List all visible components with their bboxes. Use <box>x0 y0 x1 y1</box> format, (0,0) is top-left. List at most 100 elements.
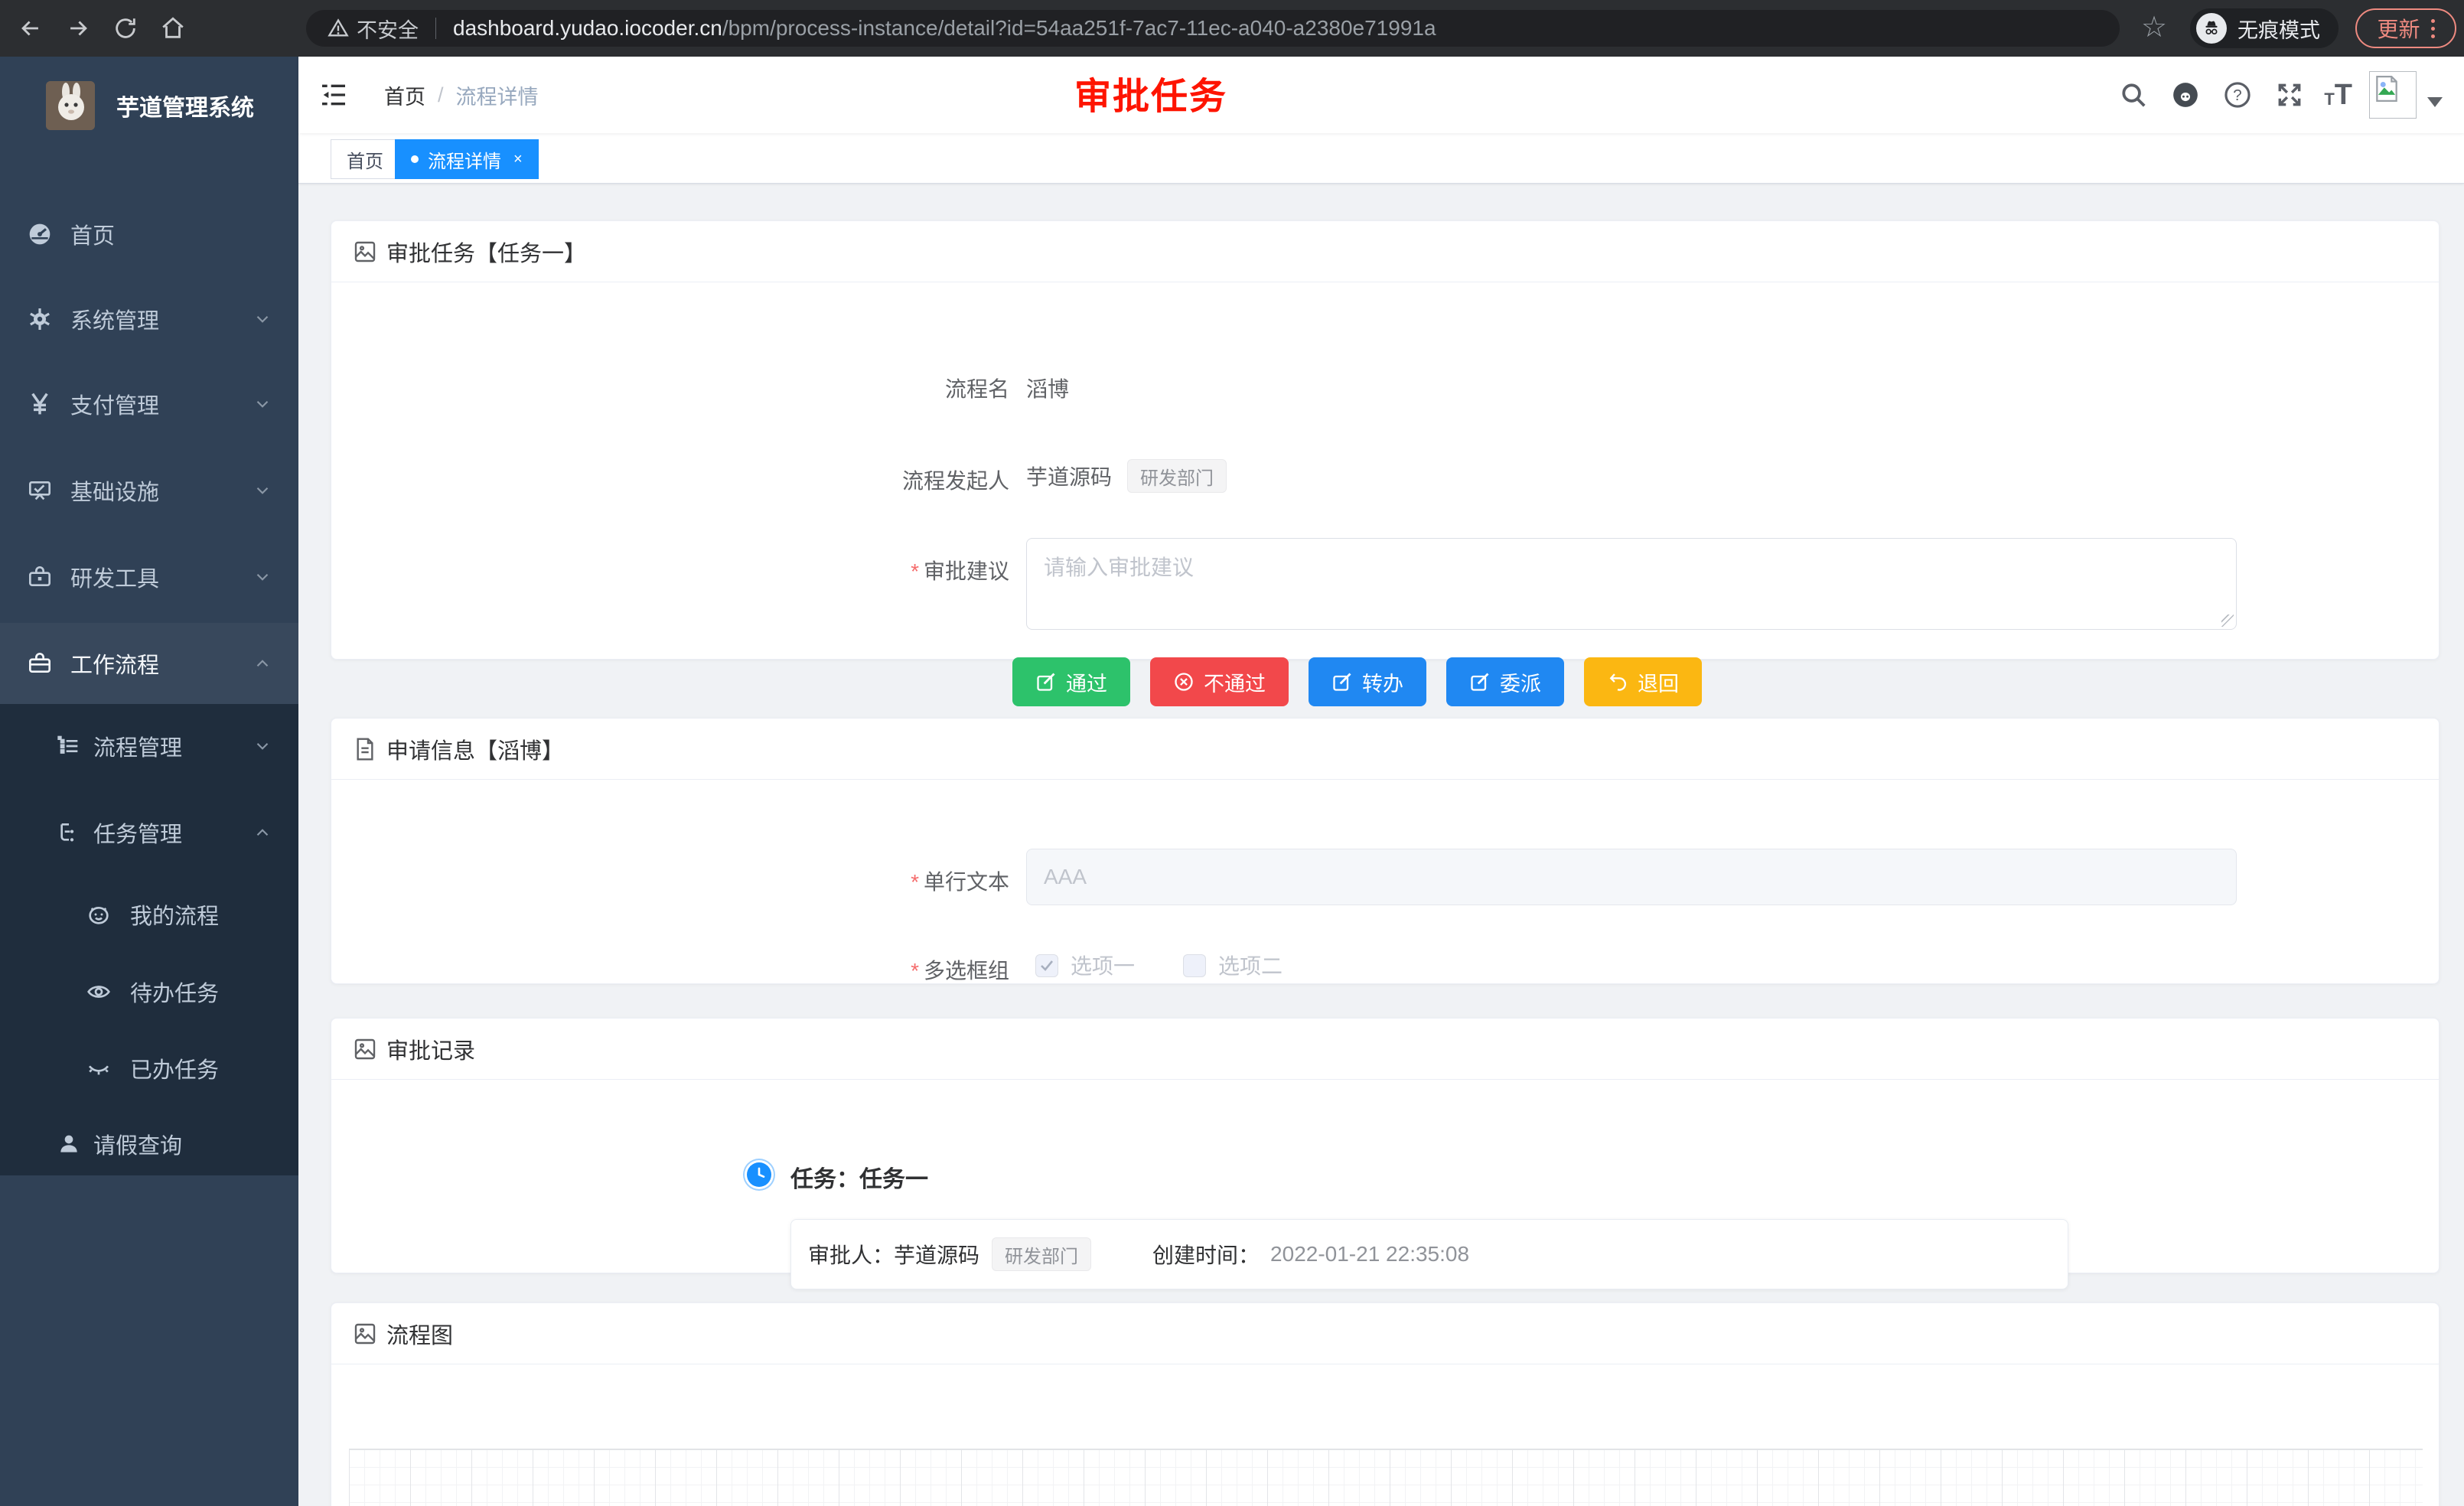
tab-label: 首页 <box>347 146 383 173</box>
button-label: 委派 <box>1500 667 1541 697</box>
delegate-button[interactable]: 委派 <box>1446 657 1564 706</box>
home-icon[interactable] <box>156 11 190 45</box>
sidebar-item-home[interactable]: 首页 <box>0 196 298 272</box>
undo-icon <box>1607 671 1628 693</box>
picture-icon <box>353 240 377 264</box>
breadcrumb-current: 流程详情 <box>456 80 539 110</box>
circle-close-icon <box>1173 671 1195 693</box>
screen: 不安全 dashboard.yudao.iocoder.cn/bpm/proce… <box>0 0 2464 1506</box>
sidebar-item-leave-query[interactable]: 请假查询 <box>0 1106 298 1182</box>
avatar[interactable] <box>2369 71 2417 119</box>
help-icon[interactable]: ? <box>2220 77 2255 112</box>
approval-task-card: 审批任务【任务一】 流程名 滔博 流程发起人 芋道源码 研发部门 *审批建议 <box>331 220 2440 660</box>
address-divider <box>435 18 436 39</box>
forward-icon[interactable] <box>61 11 95 45</box>
sidebar-item-process-mgmt[interactable]: 流程管理 <box>0 708 298 784</box>
task-title: 任务：任务一 <box>790 1160 928 1194</box>
chevron-down-icon <box>253 736 272 756</box>
card-header: 审批任务【任务一】 <box>331 221 2439 282</box>
bpmn-canvas[interactable] <box>349 1449 2423 1506</box>
url-host: dashboard.yudao.iocoder.cn <box>453 16 722 40</box>
toolbox-icon <box>28 565 52 589</box>
reject-button[interactable]: 不通过 <box>1150 657 1289 706</box>
sidebar-item-payment[interactable]: 支付管理 <box>0 366 298 442</box>
clock-icon <box>747 1162 771 1187</box>
breadcrumb-home[interactable]: 首页 <box>384 80 425 110</box>
browser-toolbar: 不安全 dashboard.yudao.iocoder.cn/bpm/proce… <box>0 0 2464 57</box>
edit-icon <box>1331 671 1353 693</box>
sidebar: 芋道管理系统 首页 系统管理 支付管理 基础设施 研发工具 <box>0 57 298 1506</box>
eye-icon <box>86 980 111 1004</box>
browser-menu-icon[interactable] <box>2431 19 2435 38</box>
sidebar-item-my-process[interactable]: 我的流程 <box>0 876 298 953</box>
card-header: 申请信息【滔博】 <box>331 719 2439 780</box>
transfer-button[interactable]: 转办 <box>1309 657 1426 706</box>
edit-icon <box>1035 671 1057 693</box>
card-header: 流程图 <box>331 1303 2439 1364</box>
breadcrumb-separator: / <box>438 83 444 107</box>
sidebar-item-label: 任务管理 <box>93 817 182 849</box>
fullscreen-icon[interactable] <box>2272 77 2307 112</box>
suggestion-textarea[interactable] <box>1026 538 2237 630</box>
tab-bar: 首页 流程详情 × <box>298 133 2464 184</box>
incognito-label: 无痕模式 <box>2237 14 2320 44</box>
collapse-sidebar-icon[interactable] <box>318 80 349 110</box>
gear-icon <box>28 307 52 331</box>
update-label: 更新 <box>2377 13 2420 44</box>
incognito-icon <box>2196 13 2227 44</box>
process-name-label: 流程名 <box>703 373 1009 403</box>
sidebar-item-system[interactable]: 系统管理 <box>0 281 298 357</box>
tab-home[interactable]: 首页 <box>331 139 399 179</box>
picture-icon <box>353 1037 377 1061</box>
github-icon[interactable] <box>2168 77 2203 112</box>
sidebar-item-task-mgmt[interactable]: 任务管理 <box>0 794 298 871</box>
required-asterisk: * <box>911 559 919 583</box>
update-button[interactable]: 更新 <box>2355 8 2456 48</box>
document-icon <box>353 737 377 761</box>
workflow-submenu: 流程管理 任务管理 我的流程 待办任务 已办任务 请假 <box>0 704 298 1175</box>
list-icon <box>57 734 81 758</box>
close-tab-icon[interactable]: × <box>513 152 523 167</box>
dashboard-icon <box>28 222 52 246</box>
security-label: 不安全 <box>357 14 419 44</box>
resize-grip[interactable] <box>2221 614 2234 627</box>
sidebar-item-workflow[interactable]: 工作流程 <box>0 623 298 704</box>
suggestion-label: *审批建议 <box>703 555 1009 585</box>
application-info-card: 申请信息【滔博】 *单行文本 *多选框组 选项一 选项二 <box>331 718 2440 984</box>
page-content: 审批任务【任务一】 流程名 滔博 流程发起人 芋道源码 研发部门 *审批建议 <box>298 184 2464 1506</box>
checkbox-option1-label: 选项一 <box>1071 954 1135 979</box>
svg-text:?: ? <box>2234 86 2242 104</box>
return-button[interactable]: 退回 <box>1584 657 1702 706</box>
main-area: 首页 / 流程详情 审批任务 ? TT 首页 流程详情 <box>298 57 2464 1506</box>
sidebar-item-label: 已办任务 <box>130 1052 219 1084</box>
reload-icon[interactable] <box>109 11 142 45</box>
back-icon[interactable] <box>14 11 47 45</box>
eye-closed-icon <box>86 1056 111 1081</box>
search-icon[interactable] <box>2116 77 2151 112</box>
approve-button[interactable]: 通过 <box>1012 657 1130 706</box>
security-warning[interactable]: 不安全 <box>328 14 419 44</box>
checkbox-group: *多选框组 选项一 选项二 <box>331 954 2439 980</box>
tab-process-detail[interactable]: 流程详情 × <box>395 139 539 179</box>
font-size-icon[interactable]: TT <box>2324 80 2352 109</box>
avatar-caret-icon[interactable] <box>2427 97 2443 107</box>
single-line-text-input <box>1026 849 2237 905</box>
bookmark-star-icon[interactable]: ☆ <box>2141 11 2167 44</box>
url-path: /bpm/process-instance/detail?id=54aa251f… <box>722 16 1436 40</box>
address-bar[interactable]: 不安全 dashboard.yudao.iocoder.cn/bpm/proce… <box>306 10 2120 47</box>
sidebar-item-todo-tasks[interactable]: 待办任务 <box>0 953 298 1030</box>
sidebar-item-devtools[interactable]: 研发工具 <box>0 539 298 615</box>
sidebar-item-done-tasks[interactable]: 已办任务 <box>0 1030 298 1107</box>
face-icon <box>86 902 111 927</box>
sidebar-item-label: 待办任务 <box>130 976 219 1008</box>
chevron-down-icon <box>253 481 272 500</box>
sidebar-item-infra[interactable]: 基础设施 <box>0 452 298 529</box>
picture-icon <box>353 1322 377 1346</box>
checkbox-option2 <box>1183 954 1206 977</box>
app-logo <box>46 81 95 130</box>
approver-value: 芋道源码 <box>894 1239 979 1270</box>
sidebar-item-label: 请假查询 <box>93 1128 182 1160</box>
sidebar-item-label: 我的流程 <box>130 898 219 931</box>
warning-icon <box>328 18 349 39</box>
button-label: 退回 <box>1638 667 1679 697</box>
